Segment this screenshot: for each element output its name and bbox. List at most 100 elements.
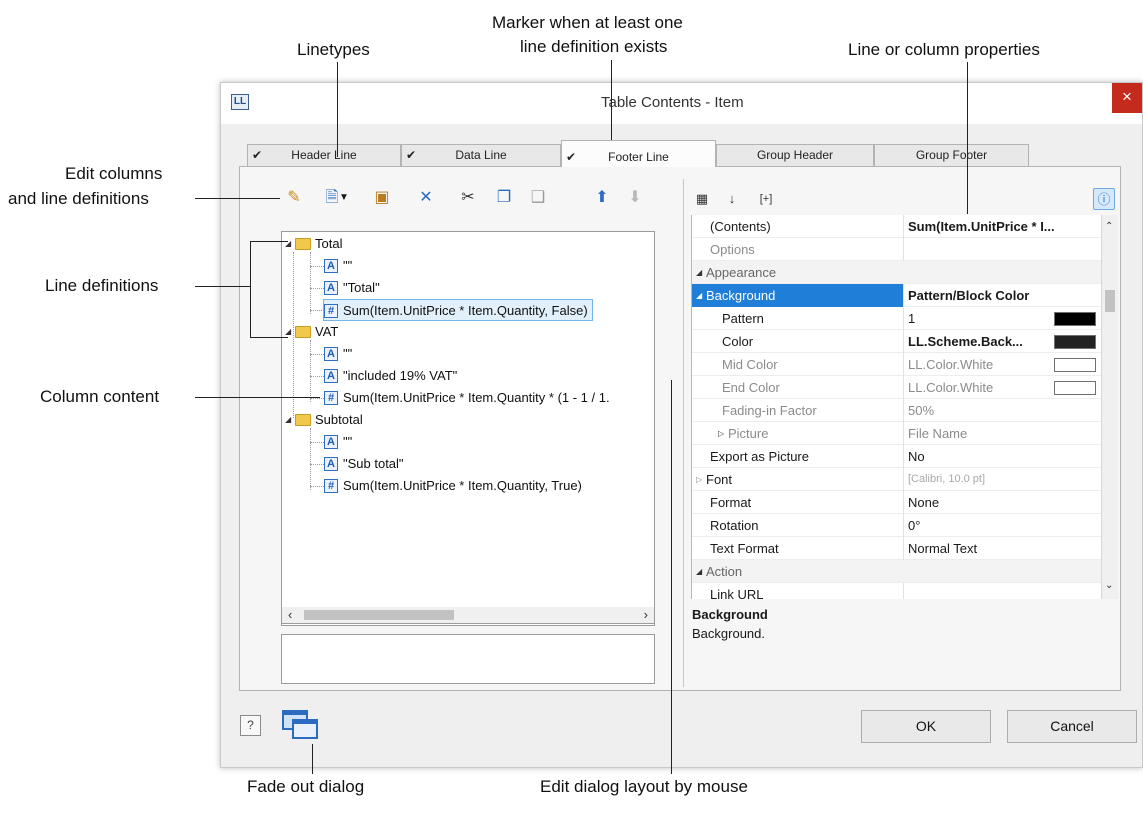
close-button[interactable]: × [1112, 83, 1142, 113]
wizard-icon[interactable]: ✎ [283, 187, 305, 209]
scroll-left-icon[interactable]: ‹ [288, 607, 292, 623]
category-label: ◢ Action [692, 560, 1092, 583]
property-name: Text Format [692, 537, 904, 560]
ok-button[interactable]: OK [861, 710, 991, 743]
tree-group-subtotal[interactable]: ◢ Subtotal [285, 409, 363, 431]
collapse-icon[interactable]: ◢ [285, 409, 295, 431]
property-row-contents[interactable]: (Contents) Sum(Item.UnitPrice * I... [692, 215, 1101, 238]
property-value[interactable] [905, 238, 1095, 261]
property-value[interactable]: 50% [905, 399, 1095, 422]
scroll-thumb[interactable] [1105, 290, 1115, 312]
property-value[interactable] [905, 583, 1095, 599]
scroll-up-icon[interactable]: ⌃ [1105, 221, 1113, 232]
help-button[interactable]: ? [240, 715, 261, 736]
property-row-mid-color[interactable]: Mid Color LL.Color.White [692, 353, 1101, 376]
property-value[interactable]: 0° [905, 514, 1095, 537]
tree-item[interactable]: A "" [324, 343, 352, 365]
category-appearance[interactable]: ◢ Appearance [692, 261, 1101, 284]
property-row-format[interactable]: Format None [692, 491, 1101, 514]
categorized-view-icon[interactable]: ▦ [691, 188, 713, 210]
callout-edit-layout: Edit dialog layout by mouse [540, 777, 748, 796]
property-value[interactable]: LL.Scheme.Back... [905, 330, 1051, 353]
delete-icon[interactable]: ✕ [415, 187, 437, 209]
expand-icon[interactable]: ▷ [718, 422, 728, 445]
property-value[interactable]: Pattern/Block Color [905, 284, 1095, 307]
move-down-icon[interactable]: ⬇ [624, 187, 646, 209]
expand-all-icon[interactable]: [+] [751, 188, 781, 210]
info-icon[interactable]: ⓘ [1093, 188, 1115, 210]
property-row-background[interactable]: ◢ Background Pattern/Block Color [692, 284, 1101, 307]
leader-linetypes [337, 62, 338, 157]
property-value[interactable]: Sum(Item.UnitPrice * I... [905, 215, 1095, 238]
dropdown-arrow-icon[interactable]: ▼ [338, 187, 350, 209]
tree-group-total[interactable]: ◢ Total [285, 233, 342, 255]
property-value[interactable]: [Calibri, 10.0 pt] [905, 468, 1095, 491]
leader-edit-layout [671, 380, 672, 774]
tree-group-vat[interactable]: ◢ VAT [285, 321, 338, 343]
color-swatch[interactable] [1054, 335, 1096, 349]
scroll-right-icon[interactable]: › [644, 607, 648, 623]
tree-horizontal-scrollbar[interactable]: ‹ › [281, 607, 655, 624]
cancel-button[interactable]: Cancel [1007, 710, 1137, 743]
property-row-fading[interactable]: Fading-in Factor 50% [692, 399, 1101, 422]
property-row-end-color[interactable]: End Color LL.Color.White [692, 376, 1101, 399]
sort-alphabetical-icon[interactable]: ↓ [721, 188, 743, 210]
splitter-handle[interactable] [683, 179, 687, 687]
property-row-picture[interactable]: ▷ Picture File Name [692, 422, 1101, 445]
property-row-export-picture[interactable]: Export as Picture No [692, 445, 1101, 468]
tree-item-selected[interactable]: # Sum(Item.UnitPrice * Item.Quantity, Fal… [323, 299, 593, 321]
tree-item[interactable]: A "Total" [324, 277, 380, 299]
tab-group-footer[interactable]: Group Footer [874, 144, 1029, 166]
expand-icon[interactable]: ▷ [696, 468, 706, 491]
move-up-icon[interactable]: ⬆ [591, 187, 613, 209]
collapse-icon[interactable]: ◢ [285, 321, 295, 343]
app-icon: LL [231, 94, 249, 110]
properties-icon[interactable]: ▣ [371, 187, 393, 209]
property-row-rotation[interactable]: Rotation 0° [692, 514, 1101, 537]
leader-edit-columns [195, 198, 280, 199]
copy-icon[interactable]: ❐ [493, 187, 515, 209]
mid-color-swatch[interactable] [1054, 358, 1096, 372]
collapse-icon[interactable]: ◢ [696, 261, 706, 284]
property-vertical-scrollbar[interactable]: ⌃ ⌄ [1101, 215, 1118, 599]
pattern-swatch[interactable] [1054, 312, 1096, 326]
tree-item[interactable]: A "" [324, 431, 352, 453]
property-grid[interactable]: (Contents) Sum(Item.UnitPrice * I... Opt… [691, 215, 1101, 599]
fade-out-dialog-button[interactable] [281, 707, 321, 741]
category-action[interactable]: ◢ Action [692, 560, 1101, 583]
property-value[interactable]: Normal Text [905, 537, 1095, 560]
line-definition-tree[interactable]: ◢ Total A "" A "Total" # Sum(Item.UnitPrice … [281, 231, 655, 626]
tab-header-line[interactable]: ✔ Header Line [247, 144, 401, 166]
end-color-swatch[interactable] [1054, 381, 1096, 395]
tree-item-label: "" [343, 346, 353, 361]
tab-footer-line[interactable]: ✔ Footer Line [561, 140, 716, 167]
tab-group-header[interactable]: Group Header [716, 144, 874, 166]
scroll-down-icon[interactable]: ⌄ [1105, 580, 1113, 591]
tab-label: Header Line [291, 148, 357, 162]
collapse-icon[interactable]: ◢ [696, 560, 706, 583]
tree-item[interactable]: # Sum(Item.UnitPrice * Item.Quantity, Tru… [324, 475, 582, 497]
property-row-link-url[interactable]: Link URL [692, 583, 1101, 599]
cut-icon[interactable]: ✂ [457, 187, 479, 209]
tree-item[interactable]: A "" [324, 255, 352, 277]
tree-item[interactable]: # Sum(Item.UnitPrice * Item.Quantity * (1… [324, 387, 610, 409]
callout-edit-columns-line1: Edit columns [65, 164, 163, 183]
title-bar[interactable]: LL Table Contents - Item × [221, 83, 1142, 124]
paste-icon[interactable]: ❑ [527, 187, 549, 209]
folder-icon [295, 238, 311, 250]
collapse-icon[interactable]: ◢ [285, 233, 295, 255]
tree-item[interactable]: A "Sub total" [324, 453, 404, 475]
tab-data-line[interactable]: ✔ Data Line [401, 144, 561, 166]
property-row-options[interactable]: Options [692, 238, 1101, 261]
tree-item[interactable]: A "included 19% VAT" [324, 365, 457, 387]
property-row-text-format[interactable]: Text Format Normal Text [692, 537, 1101, 560]
property-value[interactable]: No [905, 445, 1095, 468]
property-row-pattern[interactable]: Pattern 1 [692, 307, 1101, 330]
description-box[interactable] [281, 634, 655, 684]
property-row-font[interactable]: ▷ Font [Calibri, 10.0 pt] [692, 468, 1101, 491]
property-value[interactable]: None [905, 491, 1095, 514]
property-row-color[interactable]: Color LL.Scheme.Back... [692, 330, 1101, 353]
scroll-thumb[interactable] [304, 610, 454, 620]
property-value[interactable]: File Name [905, 422, 1095, 445]
collapse-icon[interactable]: ◢ [696, 284, 706, 307]
